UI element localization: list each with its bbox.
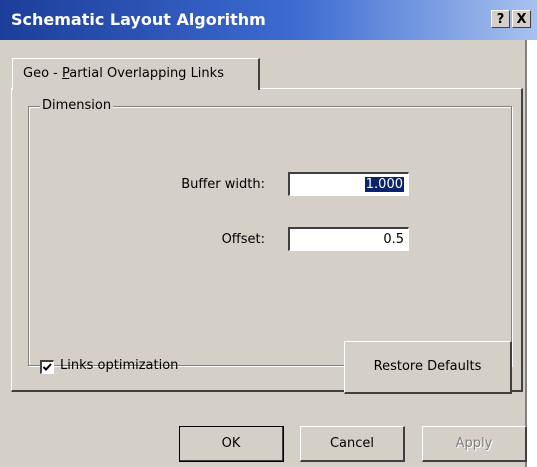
dialog-client-area: Geo - Partial Overlapping Links Dimensio… [0,40,527,467]
close-button[interactable]: X [512,10,531,28]
apply-button[interactable]: Apply [422,426,527,462]
offset-value: 0.5 [383,232,404,247]
dimension-group [28,106,512,366]
window-title: Schematic Layout Algorithm [11,10,266,29]
tab-geo-partial-overlapping-links[interactable]: Geo - Partial Overlapping Links [12,58,260,90]
tab-label: Geo - Partial Overlapping Links [23,66,224,81]
links-optimization-label: Links optimization [60,358,179,373]
offset-input[interactable]: 0.5 [288,227,409,251]
ok-button[interactable]: OK [179,426,284,462]
help-icon: ? [496,12,505,27]
buffer-width-input[interactable]: 1.000 [288,172,409,196]
links-optimization-checkbox[interactable] [40,360,54,374]
cancel-button[interactable]: Cancel [300,426,405,462]
close-icon: X [516,12,527,27]
buffer-width-label: Buffer width: [181,177,265,192]
buffer-width-value: 1.000 [364,177,404,192]
restore-defaults-button[interactable]: Restore Defaults [344,341,512,394]
checkmark-icon [42,363,52,371]
title-bar[interactable]: Schematic Layout Algorithm ? X [0,0,537,40]
dimension-group-label: Dimension [40,98,114,113]
offset-label: Offset: [221,232,265,247]
help-button[interactable]: ? [491,10,510,28]
